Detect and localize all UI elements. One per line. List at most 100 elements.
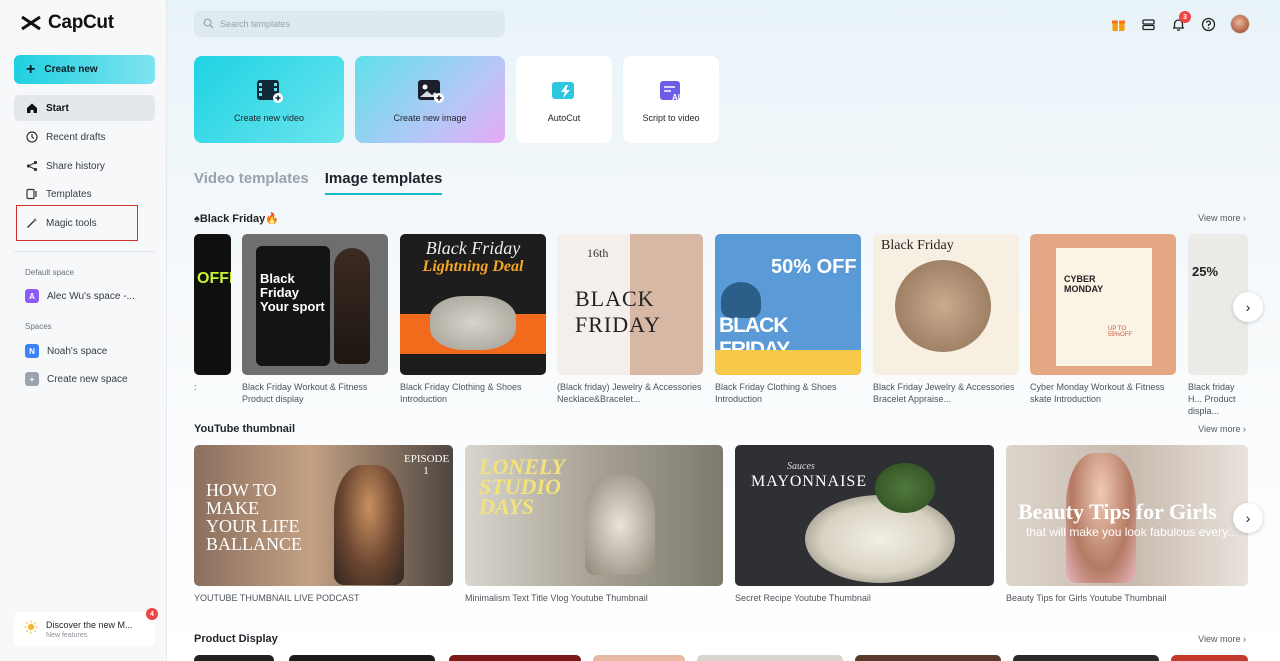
template-caption: Minimalism Text Title Vlog Youtube Thumb…: [465, 593, 648, 603]
template-thumbnail[interactable]: 50% OFF BLACK FRIDAY: [715, 234, 861, 375]
svg-text:AI: AI: [672, 93, 680, 102]
discover-card[interactable]: Discover the new M... New features 4: [14, 608, 158, 646]
template-thumbnail[interactable]: [1171, 655, 1248, 661]
space-item-default[interactable]: A Alec Wu's space -...: [14, 283, 155, 309]
autocut-icon: [549, 77, 579, 105]
template-thumbnail[interactable]: [593, 655, 685, 661]
template-thumbnail[interactable]: Black Friday Your sport: [242, 234, 388, 375]
template-thumbnail[interactable]: [855, 655, 1001, 661]
thumbnail-text: 25%: [1192, 264, 1219, 279]
home-icon: [25, 102, 38, 115]
template-caption: YOUTUBE THUMBNAIL LIVE PODCAST: [194, 593, 360, 603]
plus-icon: +: [25, 372, 39, 386]
template-thumbnail[interactable]: Black Friday Lightning Deal: [400, 234, 546, 375]
thumbnail-text: MAYONNAISE: [751, 473, 868, 490]
carousel-next-button[interactable]: ›: [1233, 503, 1263, 533]
chevron-right-icon: ›: [1243, 424, 1246, 434]
view-more-link[interactable]: View more ›: [1198, 424, 1246, 434]
clock-icon: [25, 131, 38, 144]
view-more-link[interactable]: View more ›: [1198, 213, 1246, 223]
template-thumbnail[interactable]: OFFER: [194, 234, 231, 375]
sidebar-item-share-history[interactable]: Share history: [14, 153, 155, 179]
bell-icon[interactable]: 3: [1170, 11, 1191, 32]
help-icon[interactable]: [1200, 16, 1216, 32]
discover-subtitle: New features: [46, 631, 88, 639]
template-caption: Beauty Tips for Girls Youtube Thumbnail: [1006, 593, 1167, 603]
card-label: Create new video: [233, 112, 305, 123]
sidebar-item-start[interactable]: Start: [14, 95, 155, 121]
capcut-logo[interactable]: CapCut: [20, 12, 114, 34]
header-actions: 3: [1110, 11, 1250, 34]
carousel-next-button[interactable]: ›: [1233, 292, 1263, 322]
card-label: Create new image: [393, 112, 467, 123]
create-new-button[interactable]: + Create new: [14, 55, 155, 84]
template-thumbnail[interactable]: 16th BLACK FRIDAY: [557, 234, 703, 375]
create-new-label: Create new: [44, 64, 98, 75]
thumbnail-subtext: UP TO 55%OFF: [1108, 326, 1133, 338]
tab-image-templates[interactable]: Image templates: [324, 170, 443, 195]
thumbnail-text: Beauty Tips for Girls: [1018, 499, 1217, 524]
space-label: Noah's space: [47, 345, 108, 357]
autocut-card[interactable]: AutoCut: [516, 56, 612, 143]
search-icon: [203, 18, 214, 31]
section-title-youtube: YouTube thumbnail: [194, 423, 296, 435]
image-plus-icon: [415, 77, 445, 105]
capcut-logo-icon: [21, 15, 41, 31]
space-label: Alec Wu's space -...: [47, 290, 135, 302]
lightbulb-icon: [24, 620, 38, 639]
search-input[interactable]: Search templates: [194, 11, 505, 37]
thumbnail-subtext: Sauces: [787, 461, 815, 472]
chevron-right-icon: ›: [1245, 299, 1251, 315]
script-to-video-card[interactable]: AI Script to video: [623, 56, 719, 143]
template-thumbnail[interactable]: [1013, 655, 1159, 661]
card-label: AutoCut: [547, 112, 581, 123]
template-caption: Secret Recipe Youtube Thumbnail: [735, 593, 871, 603]
space-badge: N: [25, 344, 39, 358]
template-thumbnail[interactable]: [194, 655, 274, 661]
main-content: Search templates 3 Create new video Crea…: [167, 0, 1280, 661]
space-item-noah[interactable]: N Noah's space: [14, 338, 155, 364]
view-more-link[interactable]: View more ›: [1198, 634, 1246, 644]
template-thumbnail[interactable]: [289, 655, 435, 661]
template-thumbnail[interactable]: HOW TO MAKE YOUR LIFE BALLANCE EPISODE 1: [194, 445, 453, 586]
default-space-label: Default space: [25, 268, 74, 277]
template-thumbnail[interactable]: [449, 655, 581, 661]
sidebar-item-label: Templates: [46, 188, 92, 200]
template-thumbnail[interactable]: Black Friday: [873, 234, 1019, 375]
template-caption: (Black friday) Jewelry & Accessories Nec…: [557, 382, 702, 404]
section-title-product-display: Product Display: [194, 633, 278, 645]
search-placeholder: Search templates: [220, 19, 291, 29]
template-thumbnail[interactable]: Sauces MAYONNAISE: [735, 445, 994, 586]
template-tabs: Video templates Image templates: [194, 170, 443, 195]
thumbnail-subtext: 16th: [587, 246, 609, 260]
thumbnail-text: Black Friday: [881, 238, 954, 253]
share-icon: [25, 160, 38, 173]
template-caption: Black Friday Workout & Fitness Product d…: [242, 382, 368, 404]
sidebar-item-label: Start: [46, 102, 69, 114]
template-thumbnail[interactable]: [697, 655, 843, 661]
chevron-right-icon: ›: [1245, 510, 1251, 526]
template-thumbnail[interactable]: LONELY STUDIO DAYS: [465, 445, 723, 586]
view-more-label: View more: [1198, 424, 1241, 434]
create-new-video-card[interactable]: Create new video: [194, 56, 344, 143]
create-new-image-card[interactable]: Create new image: [355, 56, 505, 143]
discover-title: Discover the new M...: [46, 619, 133, 630]
view-more-label: View more: [1198, 634, 1241, 644]
chevron-right-icon: ›: [1243, 634, 1246, 644]
sidebar-item-recent-drafts[interactable]: Recent drafts: [14, 124, 155, 150]
sidebar: CapCut + Create new Start Recent drafts …: [0, 0, 167, 661]
template-caption: Black Friday Clothing & Shoes Introducti…: [715, 382, 837, 404]
template-caption: Cyber Monday Workout & Fitness skate Int…: [1030, 382, 1165, 404]
gift-icon[interactable]: [1110, 16, 1126, 32]
thumbnail-subtext: Lightning Deal: [422, 258, 524, 275]
avatar[interactable]: [1230, 14, 1250, 34]
create-new-space-button[interactable]: + Create new space: [14, 366, 155, 392]
storage-icon[interactable]: [1140, 16, 1156, 32]
tab-video-templates[interactable]: Video templates: [194, 170, 309, 195]
sidebar-item-templates[interactable]: Templates: [14, 181, 155, 207]
thumbnail-subtext: 50% OFF: [771, 256, 857, 278]
template-caption: :: [194, 382, 197, 392]
template-thumbnail[interactable]: Beauty Tips for Girls that will make you…: [1006, 445, 1248, 586]
template-thumbnail[interactable]: CYBER MONDAY UP TO 55%OFF: [1030, 234, 1176, 375]
divider: [14, 251, 155, 252]
